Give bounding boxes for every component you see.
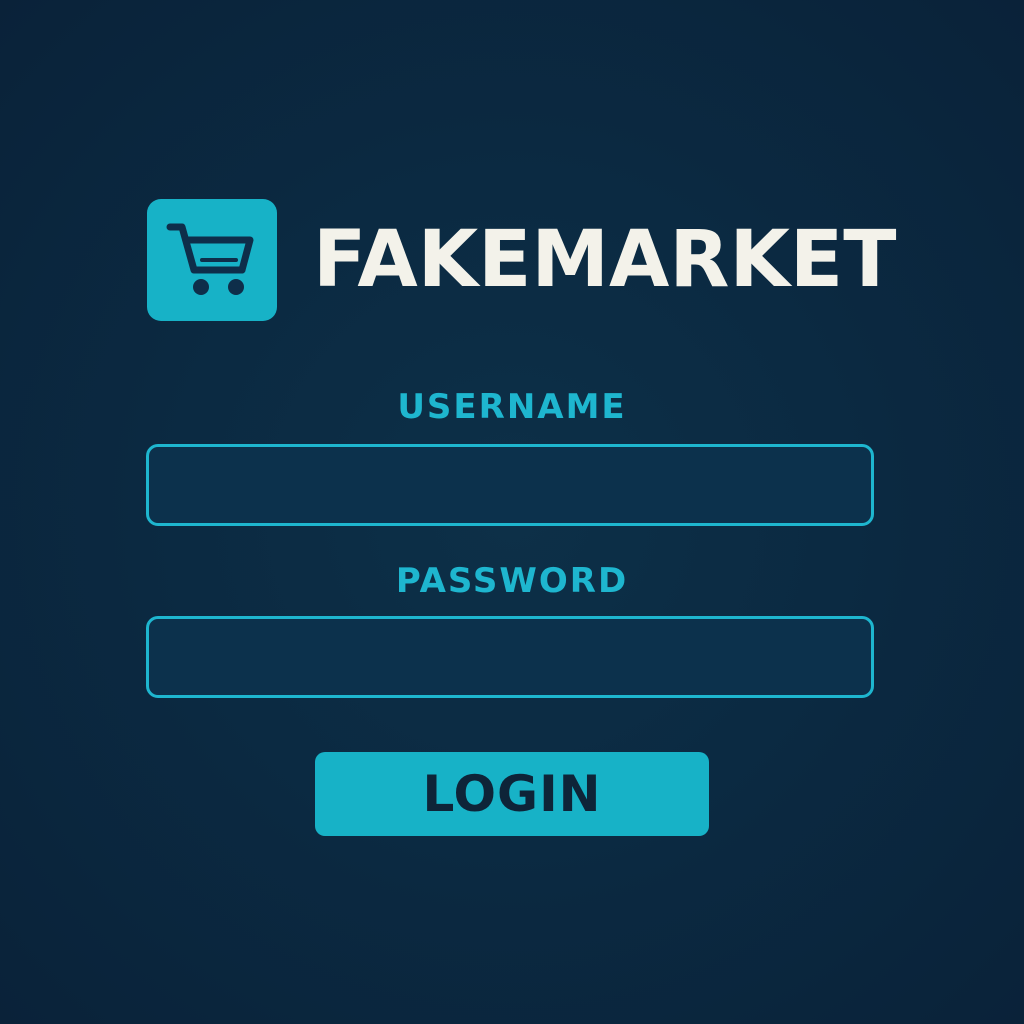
- logo: [147, 199, 277, 321]
- password-field[interactable]: [146, 616, 874, 698]
- shopping-cart-icon: [162, 210, 262, 310]
- username-field[interactable]: [146, 444, 874, 526]
- username-label: USERNAME: [397, 387, 627, 427]
- brand-name: FAKEMARKET: [313, 215, 897, 305]
- login-button[interactable]: LOGIN: [315, 752, 709, 836]
- brand-header: FAKEMARKET: [147, 199, 896, 321]
- password-label: PASSWORD: [395, 561, 629, 601]
